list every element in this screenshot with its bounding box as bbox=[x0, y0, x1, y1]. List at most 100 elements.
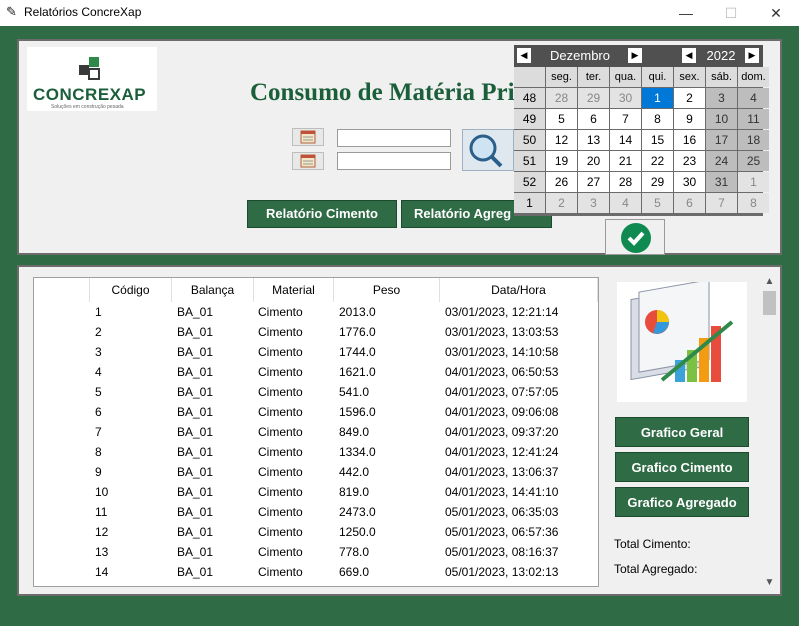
calendar-day[interactable]: 4 bbox=[610, 193, 641, 213]
table-row[interactable]: 7 BA_01 Cimento 849.0 04/01/2023, 09:37:20 bbox=[34, 422, 598, 442]
table-row[interactable]: 4 BA_01 Cimento 1621.0 04/01/2023, 06:50:53 bbox=[34, 362, 598, 382]
calendar-day[interactable]: 27 bbox=[578, 172, 609, 192]
scrollbar-thumb[interactable] bbox=[763, 291, 776, 315]
calendar-day[interactable]: 5 bbox=[642, 193, 673, 213]
next-month-button[interactable]: ▶ bbox=[628, 48, 642, 63]
prev-year-button[interactable]: ◀ bbox=[682, 48, 696, 63]
table-cell: 4 bbox=[95, 365, 102, 379]
calendar-day[interactable]: 12 bbox=[546, 130, 577, 150]
table-cell: BA_01 bbox=[177, 405, 214, 419]
table-row[interactable]: 14 BA_01 Cimento 669.0 05/01/2023, 13:02:13 bbox=[34, 562, 598, 582]
end-date-calendar-button[interactable] bbox=[292, 152, 324, 170]
calendar-day[interactable]: 29 bbox=[578, 88, 609, 108]
calendar-day[interactable]: 3 bbox=[706, 88, 737, 108]
calendar-day[interactable]: 7 bbox=[706, 193, 737, 213]
calendar-day[interactable]: 28 bbox=[546, 88, 577, 108]
calendar-day[interactable]: 19 bbox=[546, 151, 577, 171]
confirm-button[interactable] bbox=[605, 219, 665, 255]
table-row[interactable]: 13 BA_01 Cimento 778.0 05/01/2023, 08:16:37 bbox=[34, 542, 598, 562]
table-cell: 04/01/2023, 13:06:37 bbox=[445, 465, 559, 479]
table-row[interactable]: 6 BA_01 Cimento 1596.0 04/01/2023, 09:06:08 bbox=[34, 402, 598, 422]
calendar-day[interactable]: 29 bbox=[642, 172, 673, 192]
table-cell: Cimento bbox=[258, 425, 303, 439]
start-date-calendar-button[interactable] bbox=[292, 128, 324, 146]
prev-month-button[interactable]: ◀ bbox=[517, 48, 531, 63]
calendar-weekday-row: seg. ter. qua. qui. sex. sáb. dom. bbox=[514, 67, 769, 88]
table-row[interactable]: 5 BA_01 Cimento 541.0 04/01/2023, 07:57:05 bbox=[34, 382, 598, 402]
table-cell: 13 bbox=[95, 545, 109, 559]
calendar-day[interactable]: 23 bbox=[674, 151, 705, 171]
calendar-day[interactable]: 26 bbox=[546, 172, 577, 192]
column-header[interactable]: Código bbox=[90, 278, 172, 302]
column-header[interactable]: Data/Hora bbox=[440, 278, 598, 302]
calendar-day[interactable]: 20 bbox=[578, 151, 609, 171]
table-row[interactable]: 11 BA_01 Cimento 2473.0 05/01/2023, 06:35:03 bbox=[34, 502, 598, 522]
calendar-day[interactable]: 7 bbox=[610, 109, 641, 129]
calendar-day[interactable]: 30 bbox=[674, 172, 705, 192]
scroll-down-icon[interactable]: ▼ bbox=[761, 576, 778, 590]
scroll-up-icon[interactable]: ▲ bbox=[761, 275, 778, 289]
end-date-input[interactable] bbox=[337, 152, 451, 170]
calendar-day[interactable]: 11 bbox=[738, 109, 769, 129]
close-button[interactable]: ✕ bbox=[753, 0, 799, 26]
calendar-day[interactable]: 15 bbox=[642, 130, 673, 150]
calendar-day[interactable]: 6 bbox=[674, 193, 705, 213]
calendar-day[interactable]: 8 bbox=[642, 109, 673, 129]
calendar-day[interactable]: 28 bbox=[610, 172, 641, 192]
column-header[interactable] bbox=[34, 278, 90, 302]
maximize-button[interactable]: ☐ bbox=[708, 0, 754, 26]
next-year-button[interactable]: ▶ bbox=[745, 48, 759, 63]
minimize-button[interactable]: — bbox=[663, 0, 709, 26]
table-cell: 10 bbox=[95, 485, 109, 499]
logo-mark-icon bbox=[79, 57, 100, 80]
column-header[interactable]: Peso bbox=[334, 278, 440, 302]
calendar-day[interactable]: 14 bbox=[610, 130, 641, 150]
column-header[interactable]: Material bbox=[254, 278, 334, 302]
table-row[interactable]: 1 BA_01 Cimento 2013.0 03/01/2023, 12:21:14 bbox=[34, 302, 598, 322]
table-cell: 04/01/2023, 07:57:05 bbox=[445, 385, 559, 399]
calendar-day[interactable]: 18 bbox=[738, 130, 769, 150]
calendar-day[interactable]: 10 bbox=[706, 109, 737, 129]
grafico-agregado-button[interactable]: Grafico Agregado bbox=[615, 487, 749, 517]
table-row[interactable]: 9 BA_01 Cimento 442.0 04/01/2023, 13:06:37 bbox=[34, 462, 598, 482]
table-cell: 04/01/2023, 12:41:24 bbox=[445, 445, 559, 459]
calendar-day[interactable]: 16 bbox=[674, 130, 705, 150]
calendar-day[interactable]: 13 bbox=[578, 130, 609, 150]
table-cell: 2013.0 bbox=[339, 305, 376, 319]
table-row[interactable]: 12 BA_01 Cimento 1250.0 05/01/2023, 06:57:36 bbox=[34, 522, 598, 542]
calendar-day[interactable]: 1 bbox=[738, 172, 769, 192]
calendar-day[interactable]: 6 bbox=[578, 109, 609, 129]
start-date-input[interactable] bbox=[337, 129, 451, 147]
table-row[interactable]: 10 BA_01 Cimento 819.0 04/01/2023, 14:41:10 bbox=[34, 482, 598, 502]
table-cell: BA_01 bbox=[177, 565, 214, 579]
calendar-day[interactable]: 21 bbox=[610, 151, 641, 171]
calendar-day[interactable]: 22 bbox=[642, 151, 673, 171]
table-cell: BA_01 bbox=[177, 345, 214, 359]
table-row[interactable]: 3 BA_01 Cimento 1744.0 03/01/2023, 14:10:58 bbox=[34, 342, 598, 362]
relatorio-cimento-button[interactable]: Relatório Cimento bbox=[247, 200, 397, 228]
table-row[interactable]: 2 BA_01 Cimento 1776.0 03/01/2023, 13:03:53 bbox=[34, 322, 598, 342]
calendar-day[interactable]: 2 bbox=[674, 88, 705, 108]
calendar-day[interactable]: 2 bbox=[546, 193, 577, 213]
calendar-day[interactable]: 4 bbox=[738, 88, 769, 108]
calendar-day[interactable]: 30 bbox=[610, 88, 641, 108]
calendar-day[interactable]: 24 bbox=[706, 151, 737, 171]
calendar-day[interactable]: 5 bbox=[546, 109, 577, 129]
table-cell: BA_01 bbox=[177, 425, 214, 439]
calendar-day-selected[interactable]: 1 bbox=[642, 88, 673, 108]
table-cell: 442.0 bbox=[339, 465, 370, 479]
calendar-day[interactable]: 17 bbox=[706, 130, 737, 150]
vertical-scrollbar[interactable]: ▲ ▼ bbox=[761, 275, 778, 590]
calendar-day[interactable]: 31 bbox=[706, 172, 737, 192]
grafico-geral-button[interactable]: Grafico Geral bbox=[615, 417, 749, 447]
calendar-day[interactable]: 3 bbox=[578, 193, 609, 213]
table-cell: 1250.0 bbox=[339, 525, 376, 539]
calendar-day[interactable]: 25 bbox=[738, 151, 769, 171]
grafico-cimento-button[interactable]: Grafico Cimento bbox=[615, 452, 749, 482]
calendar-day[interactable]: 8 bbox=[738, 193, 769, 213]
table-cell: Cimento bbox=[258, 365, 303, 379]
table-row[interactable]: 8 BA_01 Cimento 1334.0 04/01/2023, 12:41:24 bbox=[34, 442, 598, 462]
calendar-day[interactable]: 9 bbox=[674, 109, 705, 129]
column-header[interactable]: Balança bbox=[172, 278, 254, 302]
search-button[interactable] bbox=[462, 129, 514, 171]
